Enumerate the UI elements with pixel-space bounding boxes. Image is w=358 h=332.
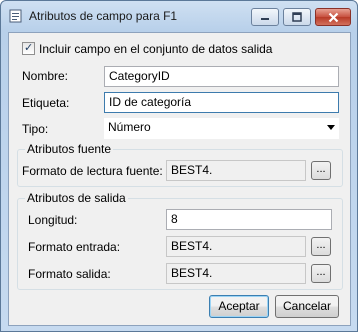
nombre-input[interactable]: CategoryID — [104, 66, 339, 87]
formato-lectura-field: BEST4. — [166, 160, 306, 181]
minimize-button[interactable] — [251, 8, 279, 26]
maximize-icon — [292, 12, 302, 22]
minimize-icon — [261, 18, 269, 20]
include-field-label: Incluir campo en el conjunto de datos sa… — [39, 42, 273, 56]
formato-salida-field: BEST4. — [166, 263, 306, 284]
etiqueta-input[interactable]: ID de categoría — [104, 92, 339, 113]
nombre-label: Nombre: — [22, 69, 69, 83]
check-mark-icon: ✓ — [24, 42, 34, 54]
atributos-fuente-title: Atributos fuente — [25, 142, 114, 156]
accept-button[interactable]: Aceptar — [209, 295, 269, 318]
close-icon — [328, 12, 338, 22]
formato-entrada-label: Formato entrada: — [28, 240, 121, 254]
include-field-checkbox[interactable]: ✓ — [22, 42, 35, 55]
longitud-input[interactable]: 8 — [166, 209, 332, 230]
cancel-button[interactable]: Cancelar — [275, 295, 339, 318]
atributos-salida-title: Atributos de salida — [25, 191, 128, 205]
formato-entrada-browse-button[interactable]: ... — [311, 237, 331, 256]
formato-lectura-label: Formato de lectura fuente: — [22, 164, 163, 178]
dialog-icon — [9, 9, 22, 23]
formato-salida-browse-button[interactable]: ... — [311, 264, 331, 283]
etiqueta-label: Etiqueta: — [22, 96, 70, 110]
chevron-down-icon — [327, 125, 335, 130]
tipo-label: Tipo: — [22, 122, 49, 136]
tipo-select-value: Número — [108, 120, 151, 134]
window-title: Atributos de campo para F1 — [29, 9, 178, 23]
longitud-label: Longitud: — [28, 213, 78, 227]
close-button[interactable] — [315, 8, 351, 26]
maximize-button[interactable] — [283, 8, 311, 26]
formato-lectura-browse-button[interactable]: ... — [311, 161, 331, 180]
formato-salida-label: Formato salida: — [28, 267, 111, 281]
tipo-select[interactable]: Número — [104, 118, 339, 139]
formato-entrada-field: BEST4. — [166, 236, 306, 257]
dialog-window: Atributos de campo para F1 ✓ Incluir cam… — [0, 0, 358, 332]
dialog-body: ✓ Incluir campo en el conjunto de datos … — [8, 32, 351, 326]
title-bar[interactable]: Atributos de campo para F1 — [1, 1, 357, 31]
